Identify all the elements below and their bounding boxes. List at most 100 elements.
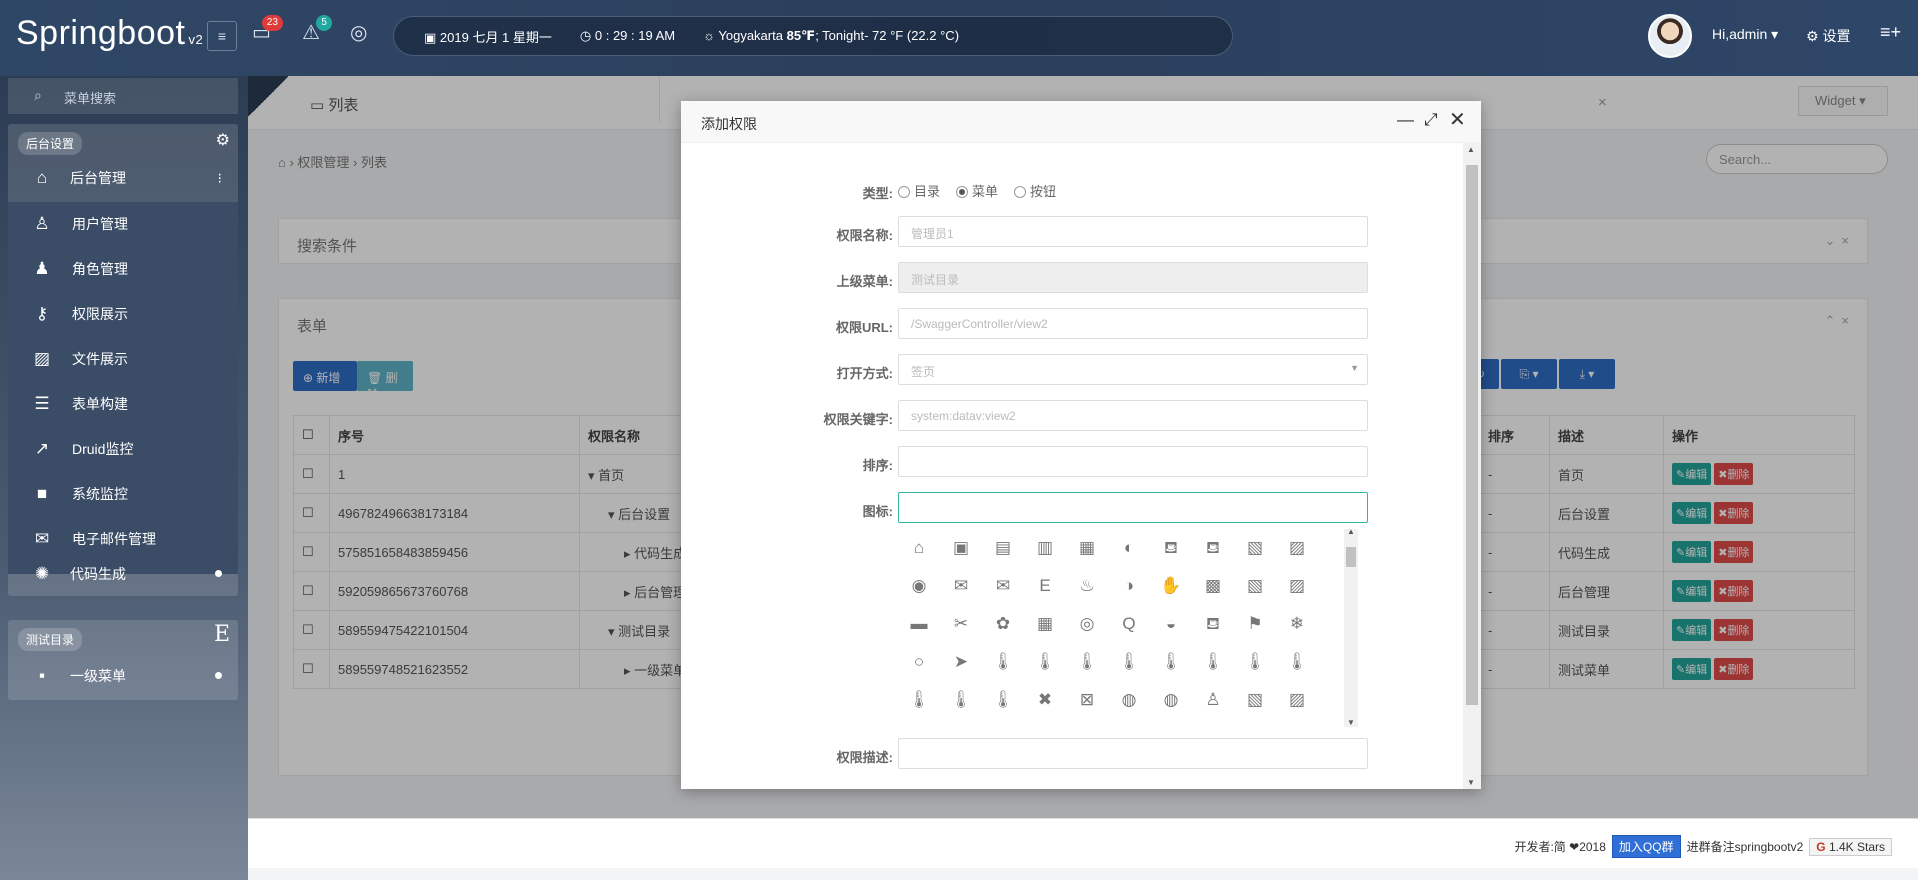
icon-picker-scrollbar[interactable]: ▲ ▼: [1344, 527, 1358, 727]
sidebar-item-users[interactable]: ♙ 用户管理: [8, 202, 238, 246]
icon-option-14[interactable]: ♨: [1066, 567, 1108, 605]
icon-option-31[interactable]: ➤: [940, 643, 982, 681]
help-icon[interactable]: ◎: [350, 20, 367, 45]
icon-option-32[interactable]: 🌡: [982, 643, 1024, 681]
icon-option-19[interactable]: ▨: [1276, 567, 1318, 605]
icon-option-30[interactable]: ○: [898, 643, 940, 681]
icon-option-23[interactable]: ▦: [1024, 605, 1066, 643]
icon-option-41[interactable]: 🌡: [940, 681, 982, 719]
icon-option-13[interactable]: E: [1024, 567, 1066, 605]
sidebar-item-permissions[interactable]: ⚷ 权限展示: [8, 292, 238, 336]
icon-option-27[interactable]: ⛾: [1192, 605, 1234, 643]
icon-option-16[interactable]: ✋: [1150, 567, 1192, 605]
radio-checked-icon: [956, 186, 969, 198]
open-mode-select[interactable]: 签页 ▼: [898, 354, 1368, 385]
sidebar-item-backend-admin[interactable]: ⌂ 后台管理 ⁝: [8, 156, 238, 200]
scroll-down-icon[interactable]: ▼: [1347, 718, 1355, 727]
e-icon[interactable]: E: [214, 622, 230, 647]
icon-option-5[interactable]: ◐: [1108, 529, 1150, 567]
avatar[interactable]: [1648, 14, 1692, 58]
join-qq-button[interactable]: 加入QQ群: [1611, 835, 1681, 858]
icon-option-25[interactable]: Q: [1108, 605, 1150, 643]
icon-option-33[interactable]: 🌡: [1024, 643, 1066, 681]
icon-option-42[interactable]: 🌡: [982, 681, 1024, 719]
icon-option-36[interactable]: 🌡: [1150, 643, 1192, 681]
perms-field[interactable]: system:datav:view2: [898, 400, 1368, 431]
sidebar-item-roles[interactable]: ♟ 角色管理: [8, 247, 238, 291]
messages-icon[interactable]: ▭ 23: [252, 15, 283, 45]
icon-option-39[interactable]: 🌡: [1276, 643, 1318, 681]
icon-option-45[interactable]: ◍: [1108, 681, 1150, 719]
settings-link[interactable]: ⚙ 设置: [1806, 26, 1850, 46]
modal-scrollbar[interactable]: ▲ ▼: [1463, 143, 1481, 789]
icon-option-24[interactable]: ◎: [1066, 605, 1108, 643]
parent-field[interactable]: 测试目录: [898, 262, 1368, 293]
icon-option-34[interactable]: 🌡: [1066, 643, 1108, 681]
icon-option-43[interactable]: ✖: [1024, 681, 1066, 719]
sidebar-item-files[interactable]: ▨ 文件展示: [8, 337, 238, 381]
minimize-icon[interactable]: —: [1397, 110, 1414, 130]
desc-field[interactable]: [898, 738, 1368, 769]
menu-search-input[interactable]: ⌕ 菜单搜索: [8, 78, 238, 114]
icon-option-46[interactable]: ◍: [1150, 681, 1192, 719]
icon-option-20[interactable]: ▬: [898, 605, 940, 643]
scroll-thumb[interactable]: [1466, 165, 1478, 705]
type-option-directory[interactable]: 目录: [898, 181, 940, 200]
more-menu-icon[interactable]: ≡+: [1880, 22, 1901, 43]
icon-option-7[interactable]: ⛾: [1192, 529, 1234, 567]
icon-option-21[interactable]: ✂: [940, 605, 982, 643]
sort-field[interactable]: [898, 446, 1368, 477]
icon-field[interactable]: [898, 492, 1368, 523]
icon-option-9[interactable]: ▨: [1276, 529, 1318, 567]
icon-option-10[interactable]: ◉: [898, 567, 940, 605]
icon-option-48[interactable]: ▧: [1234, 681, 1276, 719]
icon-option-22[interactable]: ✿: [982, 605, 1024, 643]
alerts-icon[interactable]: ⚠ 5: [302, 15, 332, 45]
icon-option-26[interactable]: ◒: [1150, 605, 1192, 643]
url-field[interactable]: /SwaggerController/view2: [898, 308, 1368, 339]
mail-icon: ✉: [34, 529, 50, 548]
sidebar-item-codegen[interactable]: ✺ 代码生成: [8, 552, 238, 596]
icon-option-49[interactable]: ▨: [1276, 681, 1318, 719]
github-stars-button[interactable]: G 1.4K Stars: [1809, 837, 1892, 856]
icon-option-35[interactable]: 🌡: [1108, 643, 1150, 681]
gear-icon[interactable]: ⚙: [216, 130, 230, 150]
sidebar-item-druid[interactable]: ↗ Druid监控: [8, 427, 238, 471]
icon-option-18[interactable]: ▧: [1234, 567, 1276, 605]
icon-option-0[interactable]: ⌂: [898, 529, 940, 567]
scroll-thumb[interactable]: [1346, 547, 1356, 567]
scroll-up-icon[interactable]: ▲: [1467, 145, 1475, 154]
icon-option-15[interactable]: ◑: [1108, 567, 1150, 605]
icon-option-4[interactable]: ▦: [1066, 529, 1108, 567]
sidebar-item-monitor[interactable]: ■ 系统监控: [8, 472, 238, 516]
icon-option-38[interactable]: 🌡: [1234, 643, 1276, 681]
maximize-icon[interactable]: ⤢: [1424, 110, 1438, 130]
sidebar-item-forms[interactable]: ☰ 表单构建: [8, 382, 238, 426]
name-field[interactable]: 管理员1: [898, 216, 1368, 247]
icon-option-28[interactable]: ⚑: [1234, 605, 1276, 643]
user-menu[interactable]: Hi,admin ▾: [1712, 26, 1778, 43]
type-option-menu[interactable]: 菜单: [956, 181, 998, 200]
icon-option-17[interactable]: ▩: [1192, 567, 1234, 605]
app-logo[interactable]: Springboot v2: [16, 14, 203, 53]
type-option-button[interactable]: 按钮: [1014, 181, 1056, 200]
stars-count: 1.4K Stars: [1828, 839, 1885, 854]
icon-option-40[interactable]: 🌡: [898, 681, 940, 719]
icon-option-3[interactable]: ▥: [1024, 529, 1066, 567]
scroll-down-icon[interactable]: ▼: [1467, 778, 1475, 787]
sidebar-item-level1[interactable]: ▪ 一级菜单: [8, 654, 238, 698]
icon-option-8[interactable]: ▧: [1234, 529, 1276, 567]
close-icon[interactable]: ✕: [1449, 107, 1466, 132]
icon-option-29[interactable]: ❄: [1276, 605, 1318, 643]
icon-option-47[interactable]: ♙: [1192, 681, 1234, 719]
icon-option-6[interactable]: ⛾: [1150, 529, 1192, 567]
icon-option-2[interactable]: ▤: [982, 529, 1024, 567]
sidebar-toggle-button[interactable]: ≡: [207, 21, 237, 51]
icon-option-12[interactable]: ✉: [982, 567, 1024, 605]
scroll-up-icon[interactable]: ▲: [1347, 527, 1355, 536]
icon-option-1[interactable]: ▣: [940, 529, 982, 567]
icon-option-37[interactable]: 🌡: [1192, 643, 1234, 681]
icon-option-44[interactable]: ⊠: [1066, 681, 1108, 719]
icon-option-11[interactable]: ✉: [940, 567, 982, 605]
sidebar-item-label: 表单构建: [72, 396, 128, 412]
